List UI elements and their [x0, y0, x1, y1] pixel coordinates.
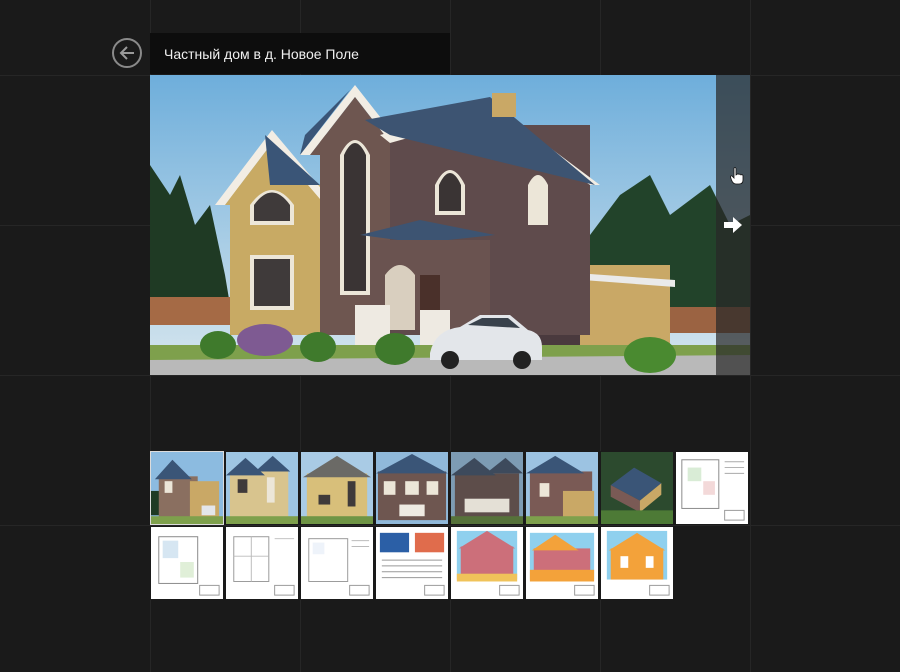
- thumbnail[interactable]: [150, 451, 224, 525]
- thumbnail[interactable]: [375, 451, 449, 525]
- house-render-image: [150, 75, 750, 375]
- thumbnail[interactable]: [675, 451, 749, 525]
- thumbnail-image: [226, 452, 298, 524]
- thumbnail-image: [376, 452, 448, 524]
- thumbnail[interactable]: [300, 451, 374, 525]
- arrow-left-circle-icon: [119, 46, 134, 60]
- thumbnail-image: [451, 527, 523, 599]
- thumbnail-image: [526, 452, 598, 524]
- thumbnail-image: [676, 452, 748, 524]
- back-button[interactable]: [112, 38, 142, 68]
- thumbnail-image: [151, 527, 223, 599]
- thumbnail-image: [601, 527, 673, 599]
- thumbnail[interactable]: [450, 526, 524, 600]
- thumbnail-image: [376, 527, 448, 599]
- thumbnail-image: [601, 452, 673, 524]
- thumbnail[interactable]: [225, 451, 299, 525]
- thumbnail[interactable]: [150, 526, 224, 600]
- thumbnail-image: [526, 527, 598, 599]
- thumbnail[interactable]: [600, 526, 674, 600]
- image-viewer[interactable]: [150, 75, 750, 375]
- thumbnail[interactable]: [600, 451, 674, 525]
- thumbnail[interactable]: [300, 526, 374, 600]
- thumbnail-image: [451, 452, 523, 524]
- page-title-bar: Частный дом в д. Новое Поле: [150, 33, 450, 74]
- arrow-right-icon: [724, 217, 742, 233]
- thumbnail[interactable]: [375, 526, 449, 600]
- hand-pointer-icon: [730, 167, 744, 185]
- thumbnail-gallery: [150, 451, 751, 601]
- next-image-button[interactable]: [716, 75, 750, 375]
- page-title: Частный дом в д. Новое Поле: [164, 45, 359, 62]
- grid-line: [0, 375, 900, 376]
- thumbnail-image: [301, 452, 373, 524]
- thumbnail[interactable]: [450, 451, 524, 525]
- thumbnail-image: [151, 452, 223, 524]
- thumbnail[interactable]: [525, 451, 599, 525]
- thumbnail[interactable]: [225, 526, 299, 600]
- thumbnail-image: [301, 527, 373, 599]
- thumbnail[interactable]: [525, 526, 599, 600]
- thumbnail-image: [226, 527, 298, 599]
